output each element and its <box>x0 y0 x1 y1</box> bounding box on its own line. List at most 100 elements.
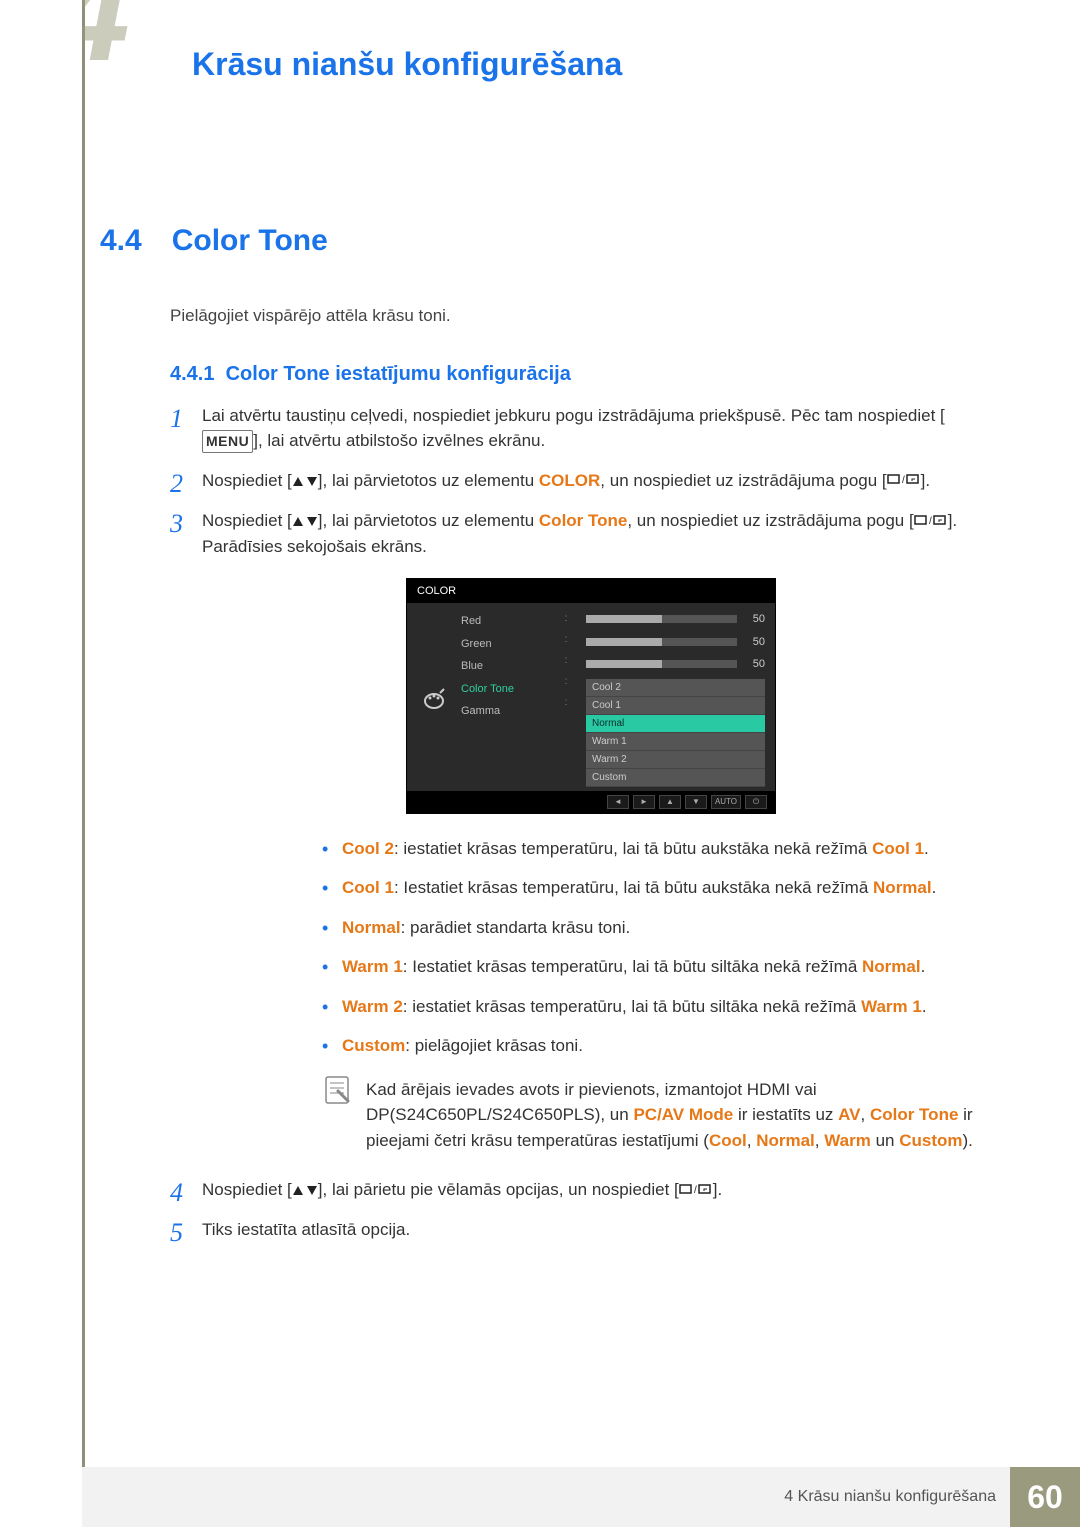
subsection-heading: 4.4.1 Color Tone iestatījumu konfigurāci… <box>170 359 980 389</box>
osd-title: COLOR <box>407 579 775 604</box>
key-custom: Custom <box>342 1036 405 1055</box>
step-4: 4 Nospiediet [], lai pārietu pie vēlamās… <box>170 1177 980 1203</box>
section-title: Color Tone <box>172 218 328 263</box>
osd-category-icon <box>417 611 451 787</box>
steps-list: 1 Lai atvērtu taustiņu ceļvedi, nospiedi… <box>170 403 980 1243</box>
step-2-text-a: Nospiediet [ <box>202 471 292 490</box>
keyword-color: COLOR <box>539 471 600 490</box>
ref-cool2: Cool 1 <box>872 839 924 858</box>
key-normal: Normal <box>342 918 401 937</box>
note-t7: un <box>871 1131 899 1150</box>
step-4-text-c: ]. <box>713 1180 722 1199</box>
txt-custom: : pielāgojiet krāsas toni. <box>405 1036 583 1055</box>
step-1-text-b: ], lai atvērtu atbilstošo izvēlnes ekrān… <box>253 431 545 450</box>
footer-chapter-label: 4 Krāsu nianšu konfigurēšana <box>784 1485 996 1509</box>
step-1-text-a: Lai atvērtu taustiņu ceļvedi, nospiediet… <box>202 406 945 425</box>
osd-nav-up-icon: ▲ <box>659 795 681 809</box>
intro-text: Pielāgojiet vispārējo attēla krāsu toni. <box>170 303 980 329</box>
osd-footer: ◄ ► ▲ ▼ AUTO ⏻ <box>407 791 775 813</box>
txt-normal: : parādiet standarta krāsu toni. <box>401 918 631 937</box>
ref-warm1: Normal <box>862 957 921 976</box>
note-custom: Custom <box>899 1131 962 1150</box>
step-3: 3 Nospiediet [], lai pārvietotos uz elem… <box>170 508 980 1157</box>
section-heading: 4.4 Color Tone <box>100 218 980 263</box>
osd-value-red: 50 <box>745 611 765 628</box>
osd-option-cool1: Cool 1 <box>586 697 765 715</box>
txt-cool2: : iestatiet krāsas temperatūru, lai tā b… <box>394 839 872 858</box>
note-av: AV <box>838 1105 860 1124</box>
def-warm1: Warm 1: Iestatiet krāsas temperatūru, la… <box>322 954 980 980</box>
osd-value-green: 50 <box>745 634 765 651</box>
step-1: 1 Lai atvērtu taustiņu ceļvedi, nospiedi… <box>170 403 980 454</box>
osd-slider-red: 50 <box>586 611 765 628</box>
def-warm2: Warm 2: iestatiet krāsas temperatūru, la… <box>322 994 980 1020</box>
osd-auto-label: AUTO <box>711 795 741 809</box>
svg-text:/: / <box>694 1185 697 1196</box>
step-4-text-a: Nospiediet [ <box>202 1180 292 1199</box>
osd-labels: Red Green Blue Color Tone Gamma <box>461 611 546 787</box>
note-t3: , <box>861 1105 870 1124</box>
note-warm: Warm <box>824 1131 871 1150</box>
osd-option-cool2: Cool 2 <box>586 679 765 697</box>
osd-label-blue: Blue <box>461 658 546 675</box>
note-t2: ir iestatīts uz <box>733 1105 838 1124</box>
osd-label-gamma: Gamma <box>461 703 546 720</box>
section-number: 4.4 <box>100 218 142 263</box>
up-down-icon <box>292 1178 318 1204</box>
keyword-color-tone: Color Tone <box>539 511 627 530</box>
svg-text:/: / <box>902 475 905 486</box>
step-3-text-c: , un nospiediet uz izstrādājuma pogu [ <box>627 511 913 530</box>
note-pcav: PC/AV Mode <box>633 1105 733 1124</box>
note-t6: , <box>815 1131 824 1150</box>
note-box: Kad ārējais ievades avots ir pievienots,… <box>322 1073 980 1158</box>
page-left-border <box>82 0 85 1527</box>
osd-option-warm2: Warm 2 <box>586 751 765 769</box>
osd-body: Red Green Blue Color Tone Gamma ::::: 50… <box>407 603 775 791</box>
document-title: Krāsu nianšu konfigurēšana <box>192 40 1080 88</box>
definitions-list: Cool 2: iestatiet krāsas temperatūru, la… <box>322 836 980 1059</box>
svg-text:/: / <box>929 516 932 527</box>
def-cool2: Cool 2: iestatiet krāsas temperatūru, la… <box>322 836 980 862</box>
note-icon <box>322 1075 352 1105</box>
svg-text:4: 4 <box>82 0 130 70</box>
enter-icon: / <box>887 468 921 494</box>
step-3-text-b: ], lai pārvietotos uz elementu <box>318 511 539 530</box>
note-normal: Normal <box>756 1131 815 1150</box>
ref-cool1: Normal <box>873 878 932 897</box>
osd-label-red: Red <box>461 613 546 630</box>
osd-slider-green: 50 <box>586 634 765 651</box>
osd-label-colortone: Color Tone <box>461 681 546 698</box>
osd-options-list: Cool 2 Cool 1 Normal Warm 1 Warm 2 Custo… <box>586 679 765 787</box>
osd-option-normal: Normal <box>586 715 765 733</box>
content-area: 4.4 Color Tone Pielāgojiet vispārējo att… <box>0 218 1080 1243</box>
up-down-icon <box>292 468 318 494</box>
def-custom: Custom: pielāgojiet krāsas toni. <box>322 1033 980 1059</box>
key-warm2: Warm 2 <box>342 997 403 1016</box>
osd-power-icon: ⏻ <box>745 795 767 809</box>
osd-label-green: Green <box>461 636 546 653</box>
osd-separators: ::::: <box>556 611 576 787</box>
step-2: 2 Nospiediet [], lai pārvietotos uz elem… <box>170 468 980 494</box>
key-warm1: Warm 1 <box>342 957 403 976</box>
txt-warm1: : Iestatiet krāsas temperatūru, lai tā b… <box>403 957 862 976</box>
osd-values: 50 50 50 Cool 2 Cool 1 Normal Warm 1 War… <box>586 611 765 787</box>
step-2-text-d: ]. <box>921 471 930 490</box>
txt-warm2: : iestatiet krāsas temperatūru, lai tā b… <box>403 997 861 1016</box>
osd-slider-blue: 50 <box>586 656 765 673</box>
step-5: 5 Tiks iestatīta atlasītā opcija. <box>170 1217 980 1243</box>
chapter-number-decor: 4 <box>82 0 192 70</box>
step-3-text-a: Nospiediet [ <box>202 511 292 530</box>
def-normal: Normal: parādiet standarta krāsu toni. <box>322 915 980 941</box>
page-header: 4 Krāsu nianšu konfigurēšana <box>0 0 1080 108</box>
enter-icon: / <box>914 509 948 535</box>
page-footer: 4 Krāsu nianšu konfigurēšana 60 <box>82 1467 1080 1527</box>
note-t8: ). <box>962 1131 972 1150</box>
def-cool1: Cool 1: Iestatiet krāsas temperatūru, la… <box>322 875 980 901</box>
osd-panel: COLOR Red Green Blue Color Tone Gamma ::… <box>406 578 776 814</box>
step-5-text: Tiks iestatīta atlasītā opcija. <box>202 1220 410 1239</box>
txt-cool1: : Iestatiet krāsas temperatūru, lai tā b… <box>394 878 873 897</box>
up-down-icon <box>292 509 318 535</box>
note-t5: , <box>747 1131 756 1150</box>
key-cool1: Cool 1 <box>342 878 394 897</box>
step-2-text-c: , un nospiediet uz izstrādājuma pogu [ <box>600 471 886 490</box>
